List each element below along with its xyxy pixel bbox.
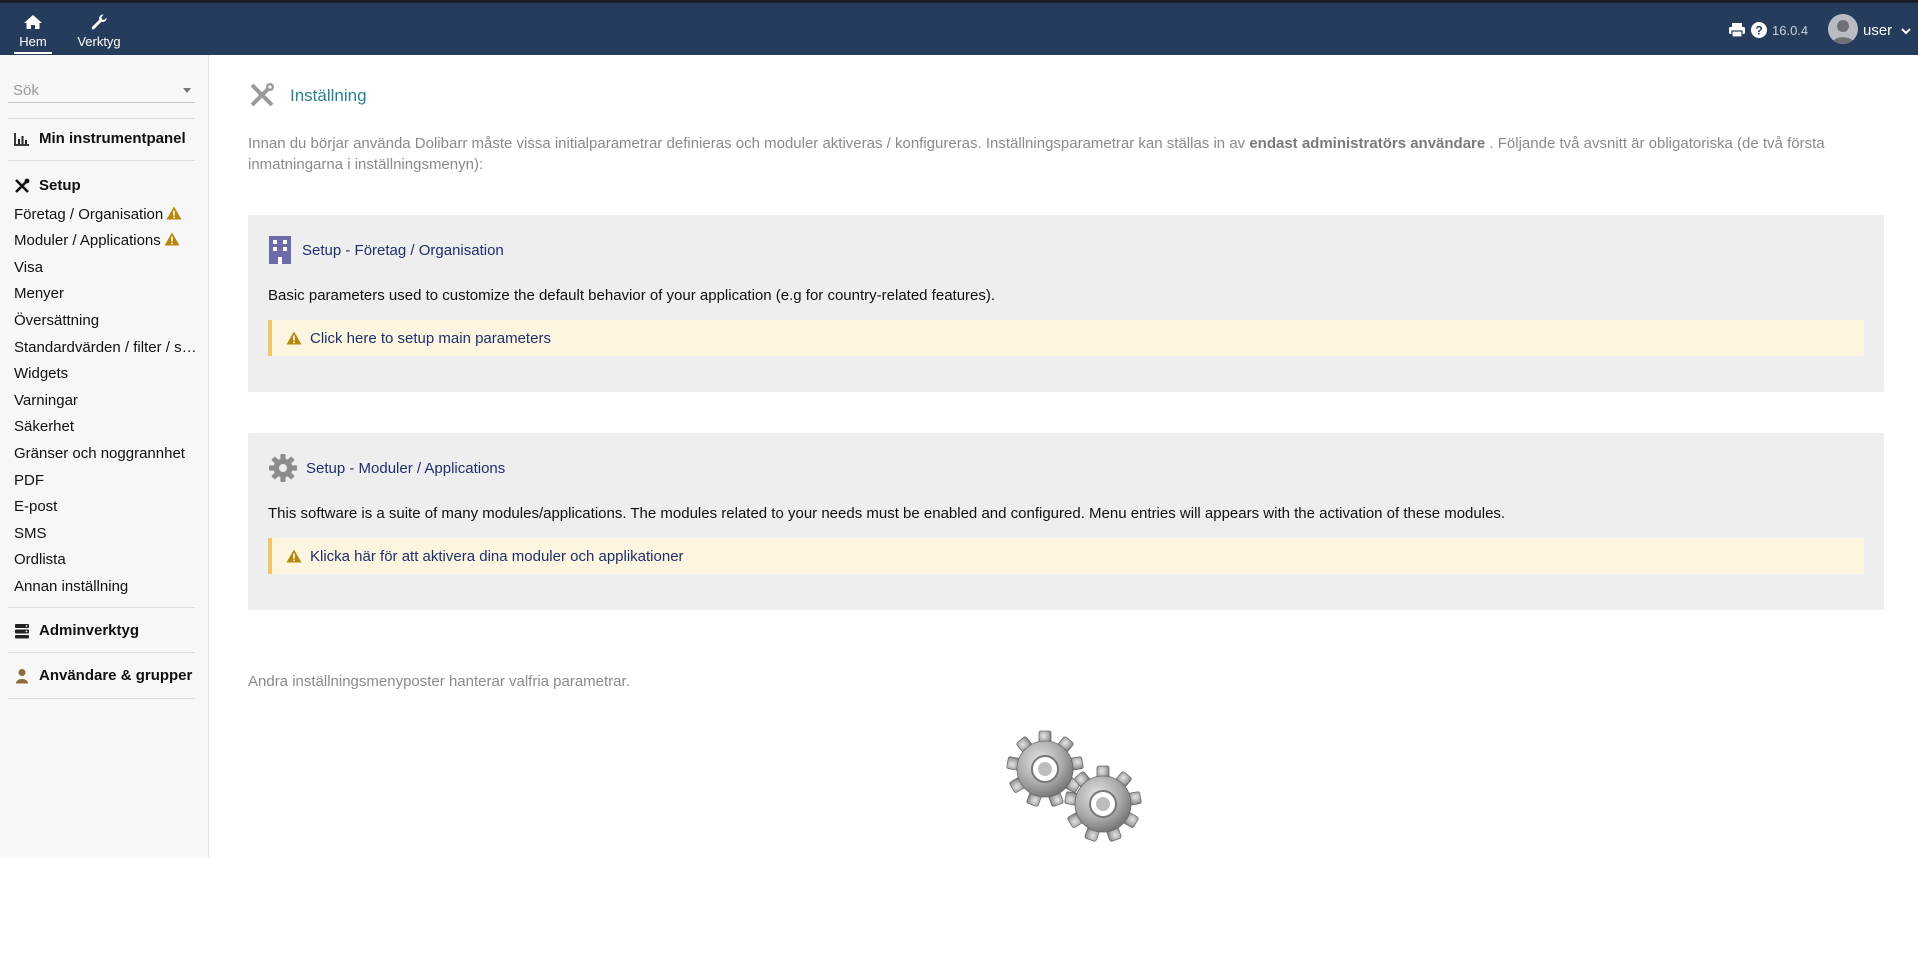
modules-setup-warning[interactable]: Klicka här för att aktivera dina moduler…: [268, 538, 1864, 574]
warning-icon: [286, 549, 302, 563]
search-placeholder: Sök: [13, 82, 39, 99]
sidebar-item-translation[interactable]: Översättning: [14, 312, 99, 329]
tools-icon: [15, 178, 30, 193]
intro-text-part1: Innan du börjar använda Dolibarr måste v…: [248, 135, 1246, 152]
sidebar-divider: [8, 698, 195, 699]
sidebar-item-modules[interactable]: Moduler / Applications: [14, 232, 180, 249]
sidebar-item-default-values[interactable]: Standardvärden / filter / s…: [14, 339, 197, 356]
warning-icon: [166, 206, 182, 220]
version-label: 16.0.4: [1772, 23, 1809, 38]
company-setup-title-row: Setup - Företag / Organisation: [268, 235, 504, 265]
gear-icon: [269, 454, 297, 482]
sidebar-item-label: Moduler / Applications: [14, 232, 161, 249]
chevron-down-icon[interactable]: [1900, 25, 1912, 37]
sidebar-divider: [8, 160, 195, 161]
sidebar-dashboard-label: Min instrumentpanel: [39, 130, 186, 147]
sidebar-item-other-setup[interactable]: Annan inställning: [14, 578, 128, 595]
left-sidebar: Sök Min instrumentpanel Setup Företag / …: [0, 55, 209, 857]
sidebar-item-sms[interactable]: SMS: [14, 525, 47, 542]
sidebar-item-label: Menyer: [14, 285, 65, 302]
svg-text:?: ?: [1755, 24, 1762, 38]
sidebar-item-alerts[interactable]: Varningar: [14, 392, 78, 409]
sidebar-item-label: E-post: [14, 498, 58, 515]
top-menu-tools-label: Verktyg: [77, 34, 121, 49]
top-menu-home[interactable]: Hem: [14, 13, 52, 54]
sidebar-item-limits[interactable]: Gränser och noggrannhet: [14, 445, 185, 462]
search-select[interactable]: Sök: [8, 77, 195, 103]
company-setup-warning[interactable]: Click here to setup main parameters: [268, 320, 1864, 356]
sidebar-item-widgets[interactable]: Widgets: [14, 365, 68, 382]
sidebar-item-label: Översättning: [14, 312, 100, 329]
modules-setup-warning-link[interactable]: Klicka här för att aktivera dina moduler…: [310, 548, 684, 565]
sidebar-item-users-groups[interactable]: Användare & grupper: [14, 667, 192, 684]
sidebar-item-label: Visa: [14, 259, 43, 276]
sidebar-setup-label: Setup: [39, 177, 81, 194]
sidebar-item-label: Varningar: [14, 392, 78, 409]
company-setup-link[interactable]: Setup - Företag / Organisation: [302, 242, 504, 259]
tools-icon: [250, 83, 274, 107]
sidebar-item-security[interactable]: Säkerhet: [14, 418, 74, 435]
sidebar-item-label: Företag / Organisation: [14, 206, 164, 223]
top-menu-tools[interactable]: Verktyg: [72, 13, 126, 49]
user-icon: [16, 668, 28, 683]
bar-chart-icon: [14, 132, 29, 146]
modules-setup-description: This software is a suite of many modules…: [268, 505, 1506, 522]
sidebar-divider: [8, 607, 195, 608]
company-setup-warning-link[interactable]: Click here to setup main parameters: [310, 330, 551, 347]
intro-text: Innan du börjar använda Dolibarr måste v…: [248, 133, 1898, 175]
dropdown-caret-icon: [183, 88, 191, 93]
sidebar-item-label: SMS: [14, 525, 47, 542]
sidebar-item-display[interactable]: Visa: [14, 259, 43, 276]
sidebar-divider: [8, 118, 195, 119]
help-icon[interactable]: ?: [1750, 21, 1768, 39]
sidebar-item-label: PDF: [14, 472, 44, 489]
main-content: Inställning Innan du börjar använda Doli…: [210, 55, 1918, 958]
print-icon[interactable]: [1728, 22, 1746, 38]
warning-icon: [286, 331, 302, 345]
user-avatar[interactable]: [1828, 14, 1858, 44]
intro-text-bold: endast administratörs användare: [1249, 135, 1486, 152]
home-icon: [24, 15, 42, 29]
modules-setup-link[interactable]: Setup - Moduler / Applications: [306, 460, 505, 477]
sidebar-item-menus[interactable]: Menyer: [14, 285, 64, 302]
user-name[interactable]: user: [1863, 22, 1892, 39]
sidebar-item-label: Säkerhet: [14, 418, 75, 435]
sidebar-item-email[interactable]: E-post: [14, 498, 57, 515]
modules-setup-title-row: Setup - Moduler / Applications: [268, 453, 505, 483]
sidebar-item-admin-tools[interactable]: Adminverktyg: [14, 622, 139, 639]
sidebar-item-setup[interactable]: Setup: [14, 177, 81, 194]
sidebar-item-dashboard[interactable]: Min instrumentpanel: [14, 130, 186, 147]
user-silhouette-icon: [1832, 20, 1854, 44]
top-menu-home-label: Hem: [14, 34, 52, 54]
sidebar-item-dictionary[interactable]: Ordlista: [14, 551, 66, 568]
sidebar-users-groups-label: Användare & grupper: [39, 667, 193, 684]
modules-setup-box: Setup - Moduler / Applications This soft…: [248, 433, 1884, 610]
sidebar-divider: [8, 652, 195, 653]
wrench-icon: [91, 14, 107, 30]
sidebar-item-label: Ordlista: [14, 551, 66, 568]
sidebar-item-label: Standardvärden / filter / s…: [14, 339, 197, 356]
sidebar-item-label: Annan inställning: [14, 578, 129, 595]
sidebar-item-pdf[interactable]: PDF: [14, 472, 44, 489]
gears-illustration-icon: [1006, 730, 1142, 842]
company-setup-box: Setup - Företag / Organisation Basic par…: [248, 215, 1884, 392]
building-icon: [269, 236, 291, 264]
sidebar-admin-tools-label: Adminverktyg: [39, 622, 140, 639]
warning-icon: [164, 232, 180, 246]
company-setup-description: Basic parameters used to customize the d…: [268, 287, 996, 304]
sidebar-item-label: Gränser och noggrannhet: [14, 445, 185, 462]
top-navigation-bar: Hem Verktyg ? 16.0.4 user: [0, 0, 1918, 55]
sidebar-item-label: Widgets: [14, 365, 69, 382]
page-title: Inställning: [290, 86, 367, 105]
optional-params-note: Andra inställningsmenyposter hanterar va…: [248, 673, 630, 690]
server-icon: [15, 623, 29, 638]
sidebar-item-company[interactable]: Företag / Organisation: [14, 206, 182, 223]
